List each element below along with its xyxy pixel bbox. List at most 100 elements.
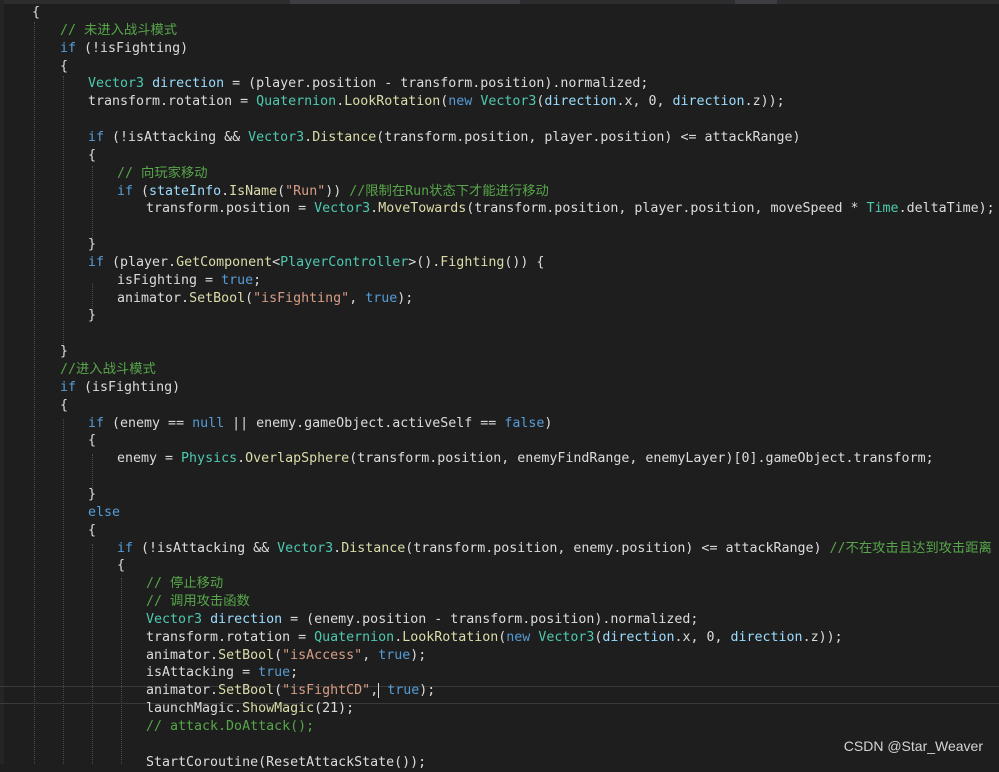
code-token: isFighting =	[117, 272, 222, 288]
code-token: }	[88, 308, 97, 324]
code-token: LookRotation	[402, 629, 499, 645]
code-line[interactable]: animator.SetBool("isFighting", true);	[117, 290, 413, 308]
code-line[interactable]: if (stateInfo.IsName("Run")) //限制在Run状态下…	[117, 183, 549, 201]
code-token: animator.	[117, 290, 190, 306]
code-token: (player.	[104, 254, 177, 270]
code-line[interactable]: if (!isAttacking && Vector3.Distance(tra…	[117, 540, 992, 558]
code-token: {	[60, 397, 69, 413]
code-token: true	[378, 647, 411, 663]
code-line[interactable]: {	[117, 557, 125, 575]
code-token: <	[272, 254, 281, 270]
code-token: Distance	[341, 540, 406, 556]
code-token: if	[88, 415, 105, 431]
code-token: ;	[290, 665, 299, 681]
code-token: }	[60, 344, 69, 360]
code-token: .	[333, 540, 342, 556]
code-line[interactable]: {	[60, 58, 68, 76]
code-token: StartCoroutine(ResetAttackState());	[146, 754, 427, 770]
code-token: if	[60, 379, 77, 395]
code-token: (	[274, 683, 283, 699]
code-line[interactable]: enemy = Physics.OverlapSphere(transform.…	[117, 450, 934, 468]
code-line[interactable]: Vector3 direction = (enemy.position - tr…	[146, 611, 698, 629]
code-line[interactable]: if (player.GetComponent<PlayerController…	[88, 254, 544, 272]
code-line[interactable]: {	[88, 432, 96, 450]
code-token: }	[88, 237, 97, 253]
code-token: if	[60, 40, 77, 56]
code-token: .z));	[802, 629, 843, 645]
code-token: ))	[325, 183, 350, 199]
code-line[interactable]: transform.rotation = Quaternion.LookRota…	[88, 93, 785, 111]
code-line[interactable]: {	[32, 4, 40, 22]
code-line[interactable]: // 停止移动	[146, 575, 223, 593]
code-token: direction	[210, 611, 283, 627]
code-token: IsName	[229, 183, 278, 199]
code-token: Physics	[181, 451, 238, 467]
code-token: if	[88, 129, 105, 145]
code-token: {	[117, 558, 126, 574]
code-token: Vector3	[248, 129, 305, 145]
code-token: Quaternion	[256, 94, 337, 110]
code-token: (transform.position, enemyFindRange, ene…	[349, 451, 934, 467]
code-line[interactable]: launchMagic.ShowMagic(21);	[146, 700, 354, 718]
code-line[interactable]: Vector3 direction = (player.position - t…	[88, 75, 648, 93]
code-line[interactable]: if (!isFighting)	[60, 40, 188, 58]
code-line[interactable]: isFighting = true;	[117, 272, 261, 290]
code-token: (!isFighting)	[76, 40, 189, 56]
code-line[interactable]: animator.SetBool("isFightCD", true);	[146, 682, 435, 700]
code-token: ,	[362, 647, 379, 663]
code-token: "isFightCD"	[282, 683, 371, 699]
code-token: .	[394, 629, 403, 645]
code-token: );	[410, 647, 427, 663]
code-token: {	[32, 5, 41, 20]
code-token: launchMagic.	[146, 701, 243, 717]
code-line[interactable]: //进入战斗模式	[60, 361, 156, 379]
code-token: false	[504, 415, 545, 431]
code-token: //限制在Run状态下才能进行移动	[349, 183, 549, 199]
code-editor[interactable]: {// 未进入战斗模式 if (!isFighting){Vector3 dire…	[0, 0, 999, 770]
code-line[interactable]: if (enemy == null || enemy.gameObject.ac…	[88, 415, 552, 433]
code-line[interactable]: {	[60, 397, 68, 415]
code-line[interactable]: // 向玩家移动	[117, 165, 208, 183]
code-line[interactable]: // 未进入战斗模式	[60, 22, 177, 40]
code-token: animator.	[146, 647, 219, 663]
code-token: isAttacking =	[146, 665, 259, 681]
code-token: direction	[730, 629, 803, 645]
code-line[interactable]: transform.rotation = Quaternion.LookRota…	[146, 629, 843, 647]
code-line[interactable]: transform.position = Vector3.MoveTowards…	[146, 200, 995, 218]
code-line[interactable]: isAttacking = true;	[146, 664, 298, 682]
code-line[interactable]: }	[88, 236, 96, 254]
code-line[interactable]: }	[88, 307, 96, 325]
code-line[interactable]: // 调用攻击函数	[146, 593, 250, 611]
code-line[interactable]: {	[88, 147, 96, 165]
code-token: .x, 0,	[616, 94, 673, 110]
code-token: true	[365, 290, 398, 306]
code-line[interactable]: if (!isAttacking && Vector3.Distance(tra…	[88, 129, 801, 147]
code-token: GetComponent	[176, 254, 273, 270]
code-token: transform.rotation =	[146, 629, 315, 645]
code-token: Vector3	[538, 629, 595, 645]
code-token: // 调用攻击函数	[146, 594, 250, 610]
code-line[interactable]: }	[60, 343, 68, 361]
code-line[interactable]: {	[88, 522, 96, 540]
code-line[interactable]: StartCoroutine(ResetAttackState());	[146, 754, 426, 772]
code-line[interactable]: // attack.DoAttack();	[146, 718, 314, 736]
code-token: Vector3	[480, 94, 537, 110]
code-token: new	[448, 94, 473, 110]
code-token: )	[544, 415, 553, 431]
code-line[interactable]: else	[88, 504, 120, 522]
code-token: .	[304, 129, 313, 145]
code-token: stateInfo	[149, 183, 222, 199]
code-token: transform.position =	[146, 201, 315, 217]
code-line[interactable]: animator.SetBool("isAccess", true);	[146, 647, 426, 665]
code-token: PlayerController	[280, 254, 409, 270]
code-token: Quaternion	[314, 629, 395, 645]
code-token: direction	[544, 94, 617, 110]
code-line[interactable]: }	[88, 486, 96, 504]
code-token: direction	[152, 76, 225, 92]
code-token: (	[133, 183, 150, 199]
code-token: "isAccess"	[282, 647, 363, 663]
code-line[interactable]: if (isFighting)	[60, 379, 180, 397]
code-token: {	[88, 522, 97, 538]
code-token: "isFighting"	[253, 290, 350, 306]
